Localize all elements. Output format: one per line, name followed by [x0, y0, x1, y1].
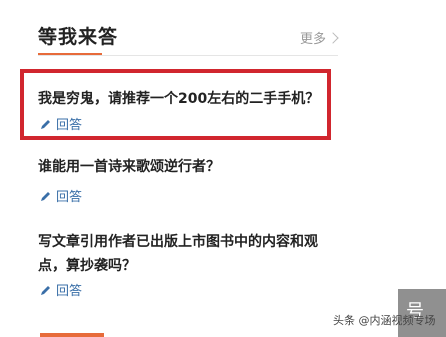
answer-label: 回答 [56, 118, 83, 133]
answer-button[interactable]: 回答 [40, 186, 82, 205]
next-section-accent [40, 333, 104, 337]
answer-label: 回答 [56, 190, 83, 205]
chevron-right-icon [327, 31, 339, 44]
more-label: 更多 [300, 32, 327, 47]
header-divider [38, 55, 338, 56]
watermark-text: 头条 @内涵视频专场 [333, 314, 436, 327]
pencil-icon [41, 119, 50, 129]
answer-button[interactable]: 回答 [40, 280, 82, 299]
section-title: 等我来答 [38, 26, 119, 48]
question-title[interactable]: 谁能用一首诗来歌颂逆行者？ [38, 157, 328, 177]
pencil-icon [41, 191, 50, 201]
more-link[interactable]: 更多 [300, 28, 339, 47]
answer-button[interactable]: 回答 [40, 114, 82, 133]
question-title[interactable]: 我是穷鬼，请推荐一个200左右的二手手机？ [38, 89, 328, 109]
pencil-icon [41, 285, 50, 295]
answer-label: 回答 [56, 284, 83, 299]
section-header: 等我来答 更多 [38, 18, 339, 56]
question-title[interactable]: 写文章引用作者已出版上市图书中的内容和观点，算抄袭吗？ [38, 230, 328, 278]
